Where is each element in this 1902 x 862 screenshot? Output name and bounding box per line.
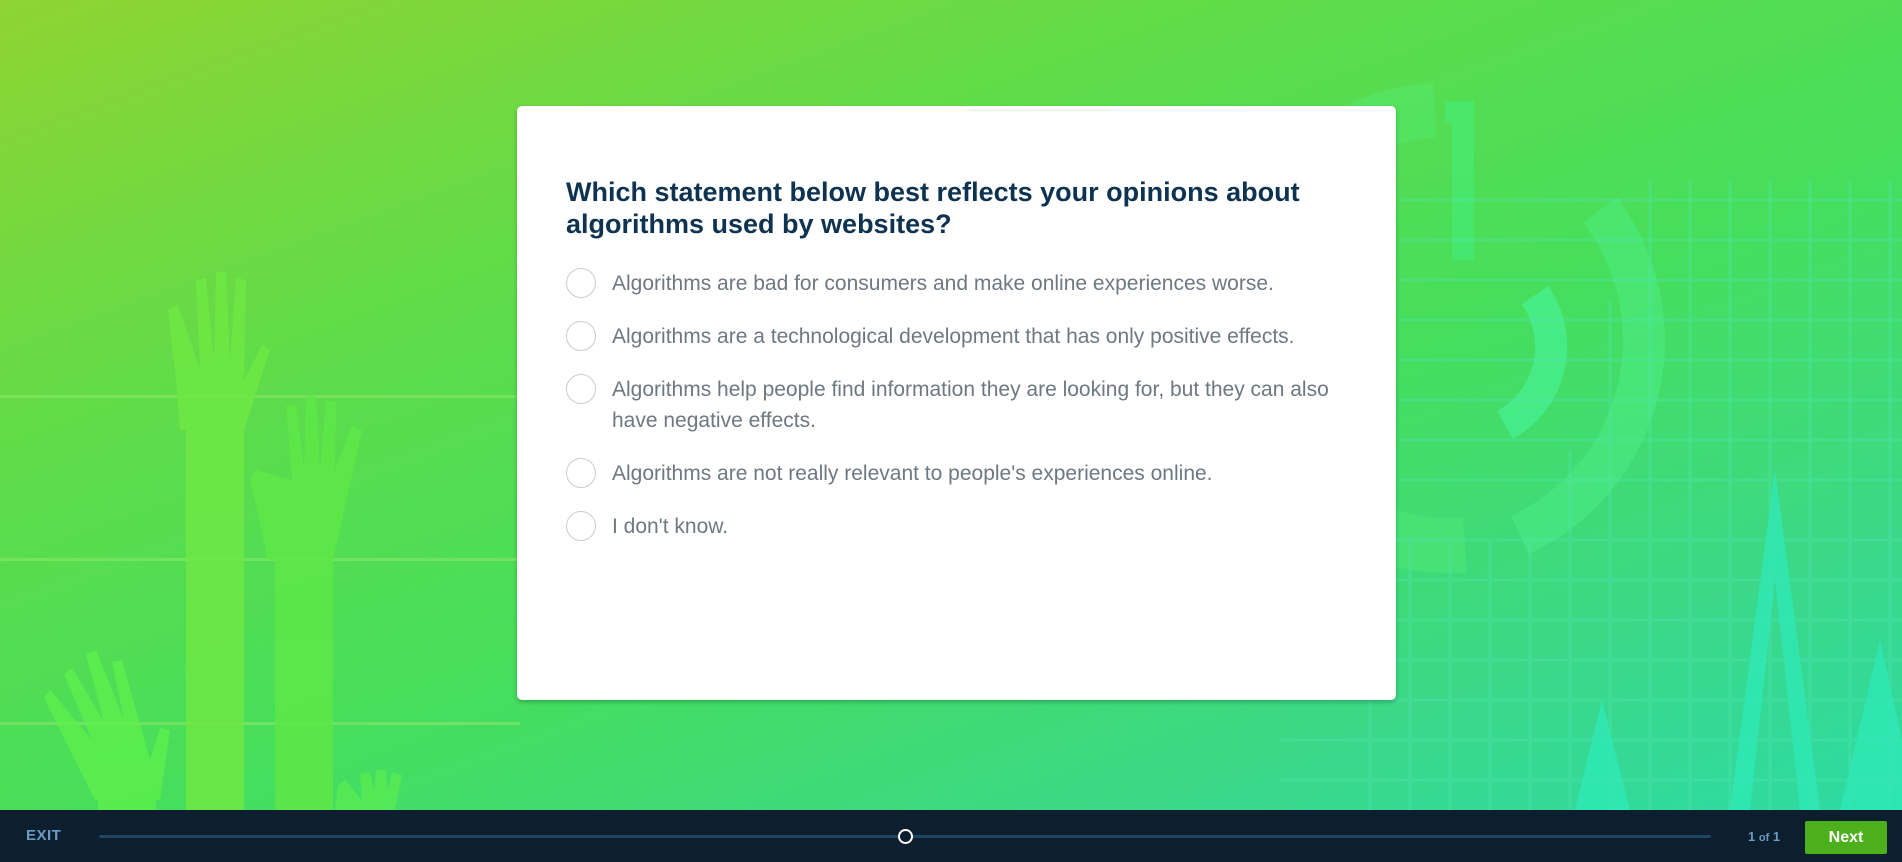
page-current: 1 xyxy=(1748,829,1756,844)
page-total: 1 xyxy=(1772,829,1781,844)
answer-option[interactable]: I don't know. xyxy=(566,511,1346,542)
raised-hand-icon xyxy=(250,396,362,810)
answer-option-label[interactable]: Algorithms are not really relevant to pe… xyxy=(612,458,1213,489)
answer-option-label[interactable]: Algorithms are bad for consumers and mak… xyxy=(612,268,1274,299)
survey-footer: EXIT 1 of 1 Next xyxy=(0,810,1902,862)
question-card: Which statement below best reflects your… xyxy=(517,106,1396,700)
answer-option-label[interactable]: Algorithms are a technological developme… xyxy=(612,321,1295,352)
radio-button-icon[interactable] xyxy=(566,458,596,488)
page-counter: 1 of 1 xyxy=(1748,829,1780,844)
answer-option-label[interactable]: I don't know. xyxy=(612,511,728,542)
answer-options: Algorithms are bad for consumers and mak… xyxy=(566,268,1346,542)
next-button[interactable]: Next xyxy=(1805,821,1887,854)
raised-hand-icon xyxy=(44,650,170,810)
page-of: of xyxy=(1758,832,1770,844)
answer-option[interactable]: Algorithms are not really relevant to pe… xyxy=(566,458,1346,489)
progress-handle-icon[interactable] xyxy=(897,829,913,844)
bg-line xyxy=(0,395,520,398)
question-title: Which statement below best reflects your… xyxy=(566,177,1300,239)
radio-button-icon[interactable] xyxy=(566,511,596,541)
radio-button-icon[interactable] xyxy=(566,374,596,404)
bg-line xyxy=(0,558,520,561)
answer-option[interactable]: Algorithms help people find information … xyxy=(566,374,1346,436)
exit-button[interactable]: EXIT xyxy=(26,827,61,844)
survey-screen: Which statement below best reflects your… xyxy=(0,0,1902,862)
radio-button-icon[interactable] xyxy=(566,321,596,351)
answer-option[interactable]: Algorithms are a technological developme… xyxy=(566,321,1346,352)
raised-hand-icon xyxy=(335,770,402,810)
raised-hand-icon xyxy=(168,272,270,810)
progress-track[interactable] xyxy=(99,829,1711,844)
waveform-graphic xyxy=(1575,470,1902,810)
radio-button-icon[interactable] xyxy=(566,268,596,298)
answer-option[interactable]: Algorithms are bad for consumers and mak… xyxy=(566,268,1346,299)
answer-option-label[interactable]: Algorithms help people find information … xyxy=(612,374,1342,436)
